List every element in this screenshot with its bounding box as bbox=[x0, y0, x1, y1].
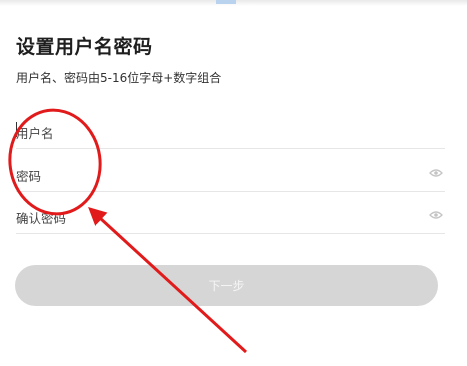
eye-icon[interactable] bbox=[429, 168, 443, 178]
confirm-password-field[interactable]: 确认密码 bbox=[16, 191, 445, 234]
confirm-password-placeholder: 确认密码 bbox=[16, 211, 67, 226]
username-placeholder: 用户名 bbox=[16, 126, 54, 141]
password-placeholder: 密码 bbox=[16, 169, 42, 184]
password-field[interactable]: 密码 bbox=[16, 149, 445, 192]
top-indicator bbox=[216, 0, 236, 4]
next-step-button[interactable]: 下一步 bbox=[15, 265, 438, 306]
page-subtitle: 用户名、密码由5-16位字母+数字组合 bbox=[16, 71, 222, 85]
username-field[interactable]: 用户名 bbox=[16, 106, 445, 149]
eye-icon[interactable] bbox=[429, 210, 443, 220]
page-title: 设置用户名密码 bbox=[16, 36, 153, 58]
